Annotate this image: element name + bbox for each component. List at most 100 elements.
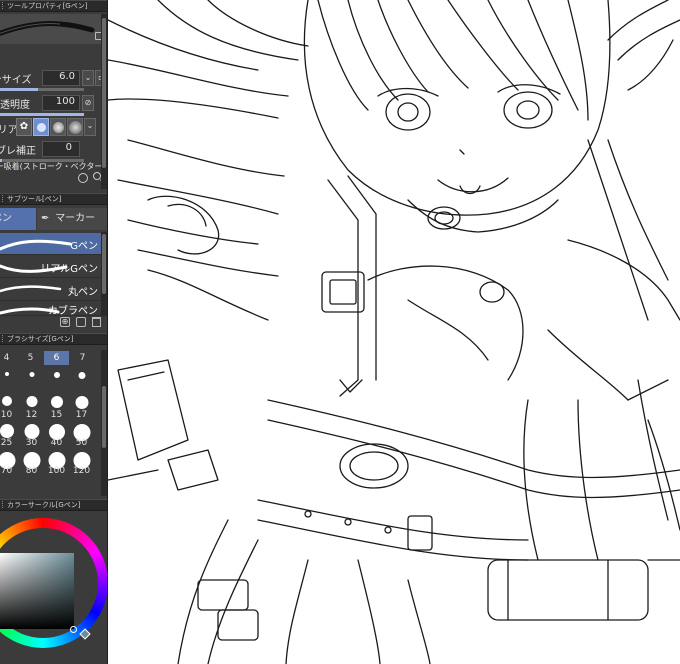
size-preset-5[interactable]: 5 bbox=[18, 351, 43, 365]
brush-item-real-g-pen[interactable]: リアルGペン bbox=[0, 256, 107, 278]
tool-property-title: ツールプロパティ[Gペン] bbox=[7, 2, 88, 10]
brush-item-label: リアルGペン bbox=[40, 264, 98, 275]
size-preset-label: 6 bbox=[53, 353, 60, 363]
left-tool-panel: ツールプロパティ[Gペン] ブラシサイズ 6.0 ⌄ ▫ 不透明度 100 ⊘ … bbox=[0, 0, 108, 664]
size-preset-cell[interactable]: 80 bbox=[19, 450, 44, 476]
g-pen-stroke-icon bbox=[0, 239, 72, 251]
size-preset-label: 4 bbox=[3, 353, 10, 363]
opacity-row[interactable]: 不透明度 100 ⊘ bbox=[0, 93, 107, 113]
size-preview-dot bbox=[4, 372, 9, 376]
antialias-row[interactable]: アンチエイリアス ✿ ⌄ bbox=[0, 116, 107, 138]
size-preset-4[interactable]: 4 bbox=[0, 351, 19, 365]
tab-pen-label: ペン bbox=[0, 213, 12, 224]
brush-size-dynamics-button[interactable]: ⌄ bbox=[82, 70, 94, 86]
color-cursor[interactable] bbox=[70, 626, 77, 633]
size-preset-cell[interactable]: 12 bbox=[19, 394, 44, 420]
size-preset-cell[interactable]: 10 bbox=[0, 394, 19, 420]
size-preview-dot bbox=[29, 372, 34, 377]
color-square[interactable] bbox=[0, 553, 74, 629]
size-preset-label: 120 bbox=[72, 466, 91, 476]
size-preset-label: 30 bbox=[25, 438, 38, 448]
size-preview-dot bbox=[0, 424, 14, 438]
sub-tool-scrollbar[interactable] bbox=[101, 232, 107, 316]
stroke-preview-graphic bbox=[0, 21, 95, 36]
copy-icon[interactable] bbox=[76, 317, 86, 327]
size-preset-label: 80 bbox=[25, 466, 38, 476]
color-circle-header[interactable]: カラーサークル[Gペン] bbox=[0, 499, 107, 511]
tool-property-header[interactable]: ツールプロパティ[Gペン] bbox=[0, 0, 107, 12]
brush-item-kabura-pen[interactable]: カブラペン bbox=[0, 302, 107, 316]
brush-size-scrollbar[interactable] bbox=[101, 350, 107, 496]
brush-size-panel-header[interactable]: ブラシサイズ[Gペン] bbox=[0, 333, 107, 345]
size-preset-cell[interactable]: 120 bbox=[69, 450, 94, 476]
brush-item-label: Gペン bbox=[70, 241, 98, 252]
line-art-illustration bbox=[108, 0, 680, 664]
grip-icon bbox=[2, 501, 5, 508]
size-preset-label: 5 bbox=[27, 353, 34, 363]
new-brush-icon[interactable]: ⊕ bbox=[60, 317, 70, 327]
size-preset-cell[interactable]: 40 bbox=[44, 422, 69, 448]
size-preset-cell[interactable] bbox=[44, 366, 69, 392]
brush-size-slider[interactable] bbox=[0, 88, 84, 91]
size-preset-cell[interactable]: 17 bbox=[69, 394, 94, 420]
opacity-value: 100 bbox=[55, 96, 75, 107]
size-preset-label: 15 bbox=[50, 410, 63, 420]
size-preview-dot bbox=[75, 396, 88, 409]
sub-tool-title: サブツール[ペン] bbox=[7, 195, 62, 203]
size-preset-cell[interactable]: 15 bbox=[44, 394, 69, 420]
size-preset-label: 10 bbox=[0, 410, 13, 420]
size-preview-dot bbox=[78, 372, 85, 379]
brush-item-label: 丸ペン bbox=[68, 287, 98, 298]
size-preset-cell[interactable]: 70 bbox=[0, 450, 19, 476]
drawing-canvas[interactable] bbox=[108, 0, 680, 664]
opacity-label: 不透明度 bbox=[0, 100, 30, 111]
size-preset-label: 70 bbox=[0, 466, 13, 476]
brush-item-g-pen[interactable]: Gペン bbox=[0, 233, 107, 255]
size-preset-label: 25 bbox=[0, 438, 13, 448]
size-preset-6[interactable]: 6 bbox=[44, 351, 69, 365]
size-preset-cell[interactable] bbox=[0, 366, 19, 392]
tool-property-scrollbar[interactable] bbox=[101, 14, 107, 189]
opacity-settings-button[interactable]: ⊘ bbox=[82, 95, 94, 111]
tab-pen[interactable]: ペン bbox=[0, 208, 36, 230]
antialias-weak-option[interactable] bbox=[33, 118, 49, 136]
size-preview-dot bbox=[26, 396, 37, 407]
size-preset-cell[interactable] bbox=[69, 366, 94, 392]
brush-size-panel-title: ブラシサイズ[Gペン] bbox=[7, 335, 74, 343]
size-preview-dot bbox=[24, 424, 39, 439]
size-preset-cell[interactable]: 25 bbox=[0, 422, 19, 448]
size-preset-label: 50 bbox=[75, 438, 88, 448]
stroke-preview bbox=[0, 14, 107, 44]
trash-icon[interactable] bbox=[92, 317, 101, 327]
brush-size-scrollbar-thumb[interactable] bbox=[102, 386, 106, 448]
brush-size-row[interactable]: ブラシサイズ 6.0 ⌄ ▫ bbox=[0, 68, 107, 88]
antialias-dropdown-button[interactable]: ⌄ bbox=[84, 118, 96, 136]
vector-snap-row[interactable]: ベクター吸着(ストローク・ベクター) bbox=[0, 160, 107, 174]
size-preset-7[interactable]: 7 bbox=[70, 351, 95, 365]
brush-size-slider-fill bbox=[0, 88, 38, 91]
marker-icon: ✒ bbox=[41, 213, 50, 224]
size-preset-cell[interactable]: 30 bbox=[19, 422, 44, 448]
tab-marker[interactable]: ✒ マーカー bbox=[37, 208, 107, 230]
vector-snap-label: ベクター吸着(ストローク・ベクター) bbox=[0, 162, 106, 171]
size-preset-cell[interactable] bbox=[19, 366, 44, 392]
tab-marker-label: マーカー bbox=[55, 213, 96, 224]
stabilization-label: 手ブレ補正 bbox=[0, 146, 36, 157]
size-preview-dot bbox=[53, 372, 60, 378]
size-preset-label: 12 bbox=[25, 410, 38, 420]
brush-size-value: 6.0 bbox=[59, 71, 75, 82]
brush-item-round-pen[interactable]: 丸ペン bbox=[0, 279, 107, 301]
antialias-medium-option[interactable] bbox=[50, 118, 66, 136]
settings-icon[interactable] bbox=[78, 173, 88, 183]
stabilization-row[interactable]: 手ブレ補正 0 bbox=[0, 139, 107, 159]
grip-icon bbox=[2, 335, 5, 342]
antialias-none-option[interactable]: ✿ bbox=[16, 118, 32, 136]
size-preset-cell[interactable]: 100 bbox=[44, 450, 69, 476]
size-preset-cell[interactable]: 50 bbox=[69, 422, 94, 448]
sub-tool-header[interactable]: サブツール[ペン] bbox=[0, 193, 107, 205]
size-preset-label: 100 bbox=[47, 466, 66, 476]
antialias-strong-option[interactable] bbox=[67, 118, 83, 136]
size-preset-label: 40 bbox=[50, 438, 63, 448]
tool-property-scrollbar-thumb[interactable] bbox=[102, 18, 106, 168]
sub-tool-scrollbar-thumb[interactable] bbox=[102, 234, 106, 294]
